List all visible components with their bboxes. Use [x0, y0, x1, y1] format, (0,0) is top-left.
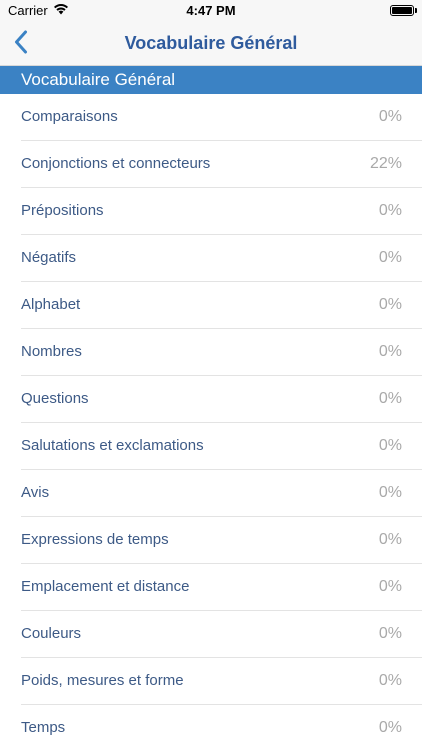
list-item[interactable]: Négatifs 0%: [0, 235, 422, 282]
progress-percent: 0%: [378, 672, 402, 689]
list-item[interactable]: Prépositions 0%: [0, 188, 422, 235]
battery-level: [392, 7, 412, 14]
list-item[interactable]: Comparaisons 0%: [0, 94, 422, 141]
screen: Carrier 4:47 PM Vocabulaire Général Voca…: [0, 0, 422, 750]
list-item[interactable]: Alphabet 0%: [0, 282, 422, 329]
progress-percent: 0%: [378, 484, 402, 501]
category-list: Comparaisons 0% Conjonctions et connecteur…: [0, 94, 422, 750]
list-item-label: Questions: [21, 390, 89, 407]
list-item-label: Temps: [21, 719, 66, 736]
list-item[interactable]: Nombres 0%: [0, 329, 422, 376]
progress-percent: 0%: [378, 578, 402, 595]
list-item-label: Comparaisons: [21, 108, 118, 125]
nav-bar: Vocabulaire Général: [0, 22, 422, 66]
progress-percent: 22%: [369, 155, 402, 172]
list-item-label: Salutations et exclamations: [21, 437, 204, 454]
list-item[interactable]: Poids, mesures et forme 0%: [0, 658, 422, 705]
list-item-label: Négatifs: [21, 249, 77, 266]
list-item-label: Poids, mesures et forme: [21, 672, 184, 689]
list-item-label: Expressions de temps: [21, 531, 169, 548]
progress-percent: 0%: [378, 531, 402, 548]
list-item[interactable]: Temps 0%: [0, 705, 422, 750]
status-time: 4:47 PM: [186, 3, 236, 18]
list-item[interactable]: Expressions de temps 0%: [0, 517, 422, 564]
list-item-label: Avis: [21, 484, 50, 501]
progress-percent: 0%: [378, 719, 402, 736]
progress-percent: 0%: [378, 625, 402, 642]
list-item[interactable]: Avis 0%: [0, 470, 422, 517]
list-item-label: Conjonctions et connecteurs: [21, 155, 211, 172]
progress-percent: 0%: [378, 202, 402, 219]
progress-percent: 0%: [378, 390, 402, 407]
section-header: Vocabulaire Général: [0, 66, 422, 94]
status-bar: Carrier 4:47 PM: [0, 0, 422, 22]
list-item-label: Couleurs: [21, 625, 82, 642]
progress-percent: 0%: [378, 343, 402, 360]
progress-percent: 0%: [378, 108, 402, 125]
list-item[interactable]: Emplacement et distance 0%: [0, 564, 422, 611]
page-title: Vocabulaire Général: [124, 33, 298, 53]
list-item-label: Nombres: [21, 343, 82, 360]
progress-percent: 0%: [378, 296, 402, 313]
list-item-label: Emplacement et distance: [21, 578, 190, 595]
progress-percent: 0%: [378, 249, 402, 266]
list-item[interactable]: Conjonctions et connecteurs 22%: [0, 141, 422, 188]
list-item-label: Alphabet: [21, 296, 81, 313]
list-item[interactable]: Couleurs 0%: [0, 611, 422, 658]
list-item[interactable]: Salutations et exclamations 0%: [0, 423, 422, 470]
list-item-label: Prépositions: [21, 202, 104, 219]
list-item[interactable]: Questions 0%: [0, 376, 422, 423]
progress-percent: 0%: [378, 437, 402, 454]
battery-cap: [415, 8, 417, 13]
battery-icon: [390, 5, 414, 16]
